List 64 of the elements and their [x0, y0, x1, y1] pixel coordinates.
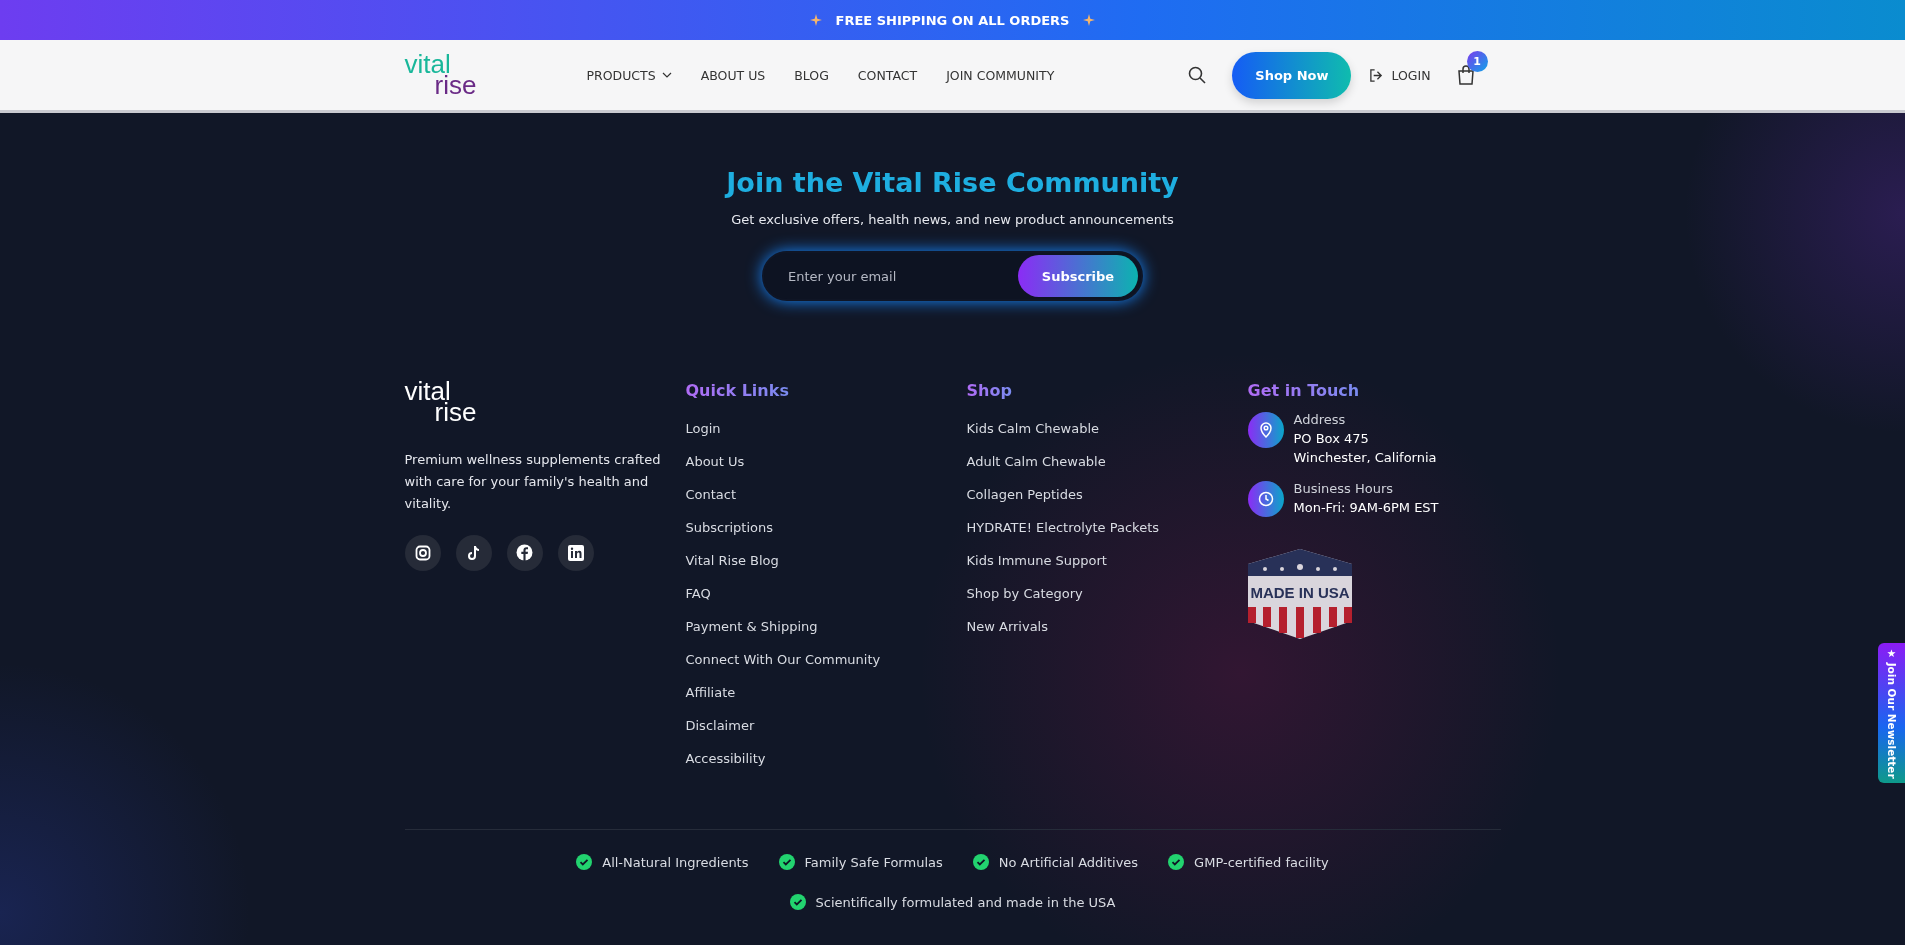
announcement-text: FREE SHIPPING ON ALL ORDERS [835, 12, 1070, 28]
footer-link[interactable]: Vital Rise Blog [685, 544, 779, 577]
contact-label: Address [1293, 412, 1347, 427]
feature-text: All-Natural Ingredients [602, 854, 749, 870]
login-link[interactable]: LOGIN [1369, 67, 1431, 83]
contact-detail: PO Box 475 [1293, 431, 1370, 446]
column-heading: Shop [966, 381, 1012, 400]
nav-link[interactable]: BLOG [794, 67, 829, 83]
check-icon [972, 854, 989, 870]
footer-link[interactable]: Affiliate [685, 676, 736, 709]
check-icon [576, 854, 593, 870]
footer-link[interactable]: Shop by Category [966, 577, 1083, 610]
nav-link[interactable]: CONTACT [857, 67, 918, 83]
nav-link[interactable]: JOIN COMMUNITY [946, 67, 1055, 83]
check-icon [778, 854, 795, 870]
feature-text: Scientifically formulated and made in the USA [815, 894, 1116, 910]
email-signup-field[interactable]: Enter your email Subscribe [762, 251, 1143, 301]
footer-link[interactable]: About Us [685, 445, 745, 478]
instagram-icon[interactable] [404, 534, 441, 571]
nav-link[interactable]: ABOUT US [700, 67, 766, 83]
location-pin-icon [1247, 412, 1284, 448]
contact-label: Business Hours [1293, 481, 1395, 496]
footer-link[interactable]: Accessibility [685, 742, 766, 775]
feature-text: Family Safe Formulas [804, 854, 943, 870]
shop-now-button[interactable]: Shop Now [1232, 51, 1352, 99]
footer-link[interactable]: Kids Calm Chewable [966, 412, 1100, 445]
sparkle-icon [1083, 14, 1096, 26]
footer-link[interactable]: HYDRATE! Electrolyte Packets [966, 511, 1160, 544]
footer-link[interactable]: New Arrivals [966, 610, 1048, 643]
footer-link[interactable]: Connect With Our Community [685, 643, 881, 676]
facebook-icon[interactable] [506, 534, 543, 571]
footer-link[interactable]: Collagen Peptides [966, 478, 1083, 511]
footer-logo[interactable]: vital rise [404, 381, 477, 423]
tiktok-icon[interactable] [455, 534, 492, 571]
check-icon [789, 894, 806, 910]
feature-text: GMP-certified facility [1194, 854, 1329, 870]
footer-link[interactable]: Payment & Shipping [685, 610, 818, 643]
footer-link[interactable]: FAQ [685, 577, 711, 610]
shopping-bag-icon[interactable] [1456, 65, 1475, 85]
footer-link[interactable]: Contact [685, 478, 737, 511]
made-in-usa-badge: MADE IN USA [1247, 549, 1352, 639]
column-heading: Quick Links [685, 381, 789, 400]
sparkle-icon [809, 14, 822, 26]
newsletter-title: Join the Vital Rise Community [726, 167, 1179, 198]
contact-detail: Mon-Fri: 9AM-6PM EST [1293, 500, 1439, 515]
brand-description: Premium wellness supplements crafted with care for your family's health and vitality. [404, 450, 662, 513]
footer-link[interactable]: Subscriptions [685, 511, 774, 544]
footer-link[interactable]: Adult Calm Chewable [966, 445, 1106, 478]
check-icon [1168, 854, 1185, 870]
subscribe-button[interactable]: Subscribe [1018, 255, 1138, 297]
site-logo[interactable]: vital rise [404, 54, 585, 96]
clock-icon [1247, 481, 1284, 517]
sign-in-icon [1369, 67, 1385, 83]
footer-link[interactable]: Login [685, 412, 721, 445]
cart-count-badge: 1 [1466, 51, 1488, 72]
newsletter-side-tab[interactable]: ★ Join Our Newsletter [1878, 643, 1905, 783]
newsletter-subtitle: Get exclusive offers, health news, and new product announcements [731, 212, 1174, 227]
linkedin-icon[interactable] [557, 534, 594, 571]
footer-link[interactable]: Disclaimer [685, 709, 755, 742]
search-icon[interactable] [1188, 66, 1207, 84]
feature-text: No Artificial Additives [998, 854, 1139, 870]
footer-link[interactable]: Kids Immune Support [966, 544, 1107, 577]
nav-link[interactable]: PRODUCTS [586, 67, 672, 83]
contact-detail: Winchester, California [1293, 450, 1437, 465]
